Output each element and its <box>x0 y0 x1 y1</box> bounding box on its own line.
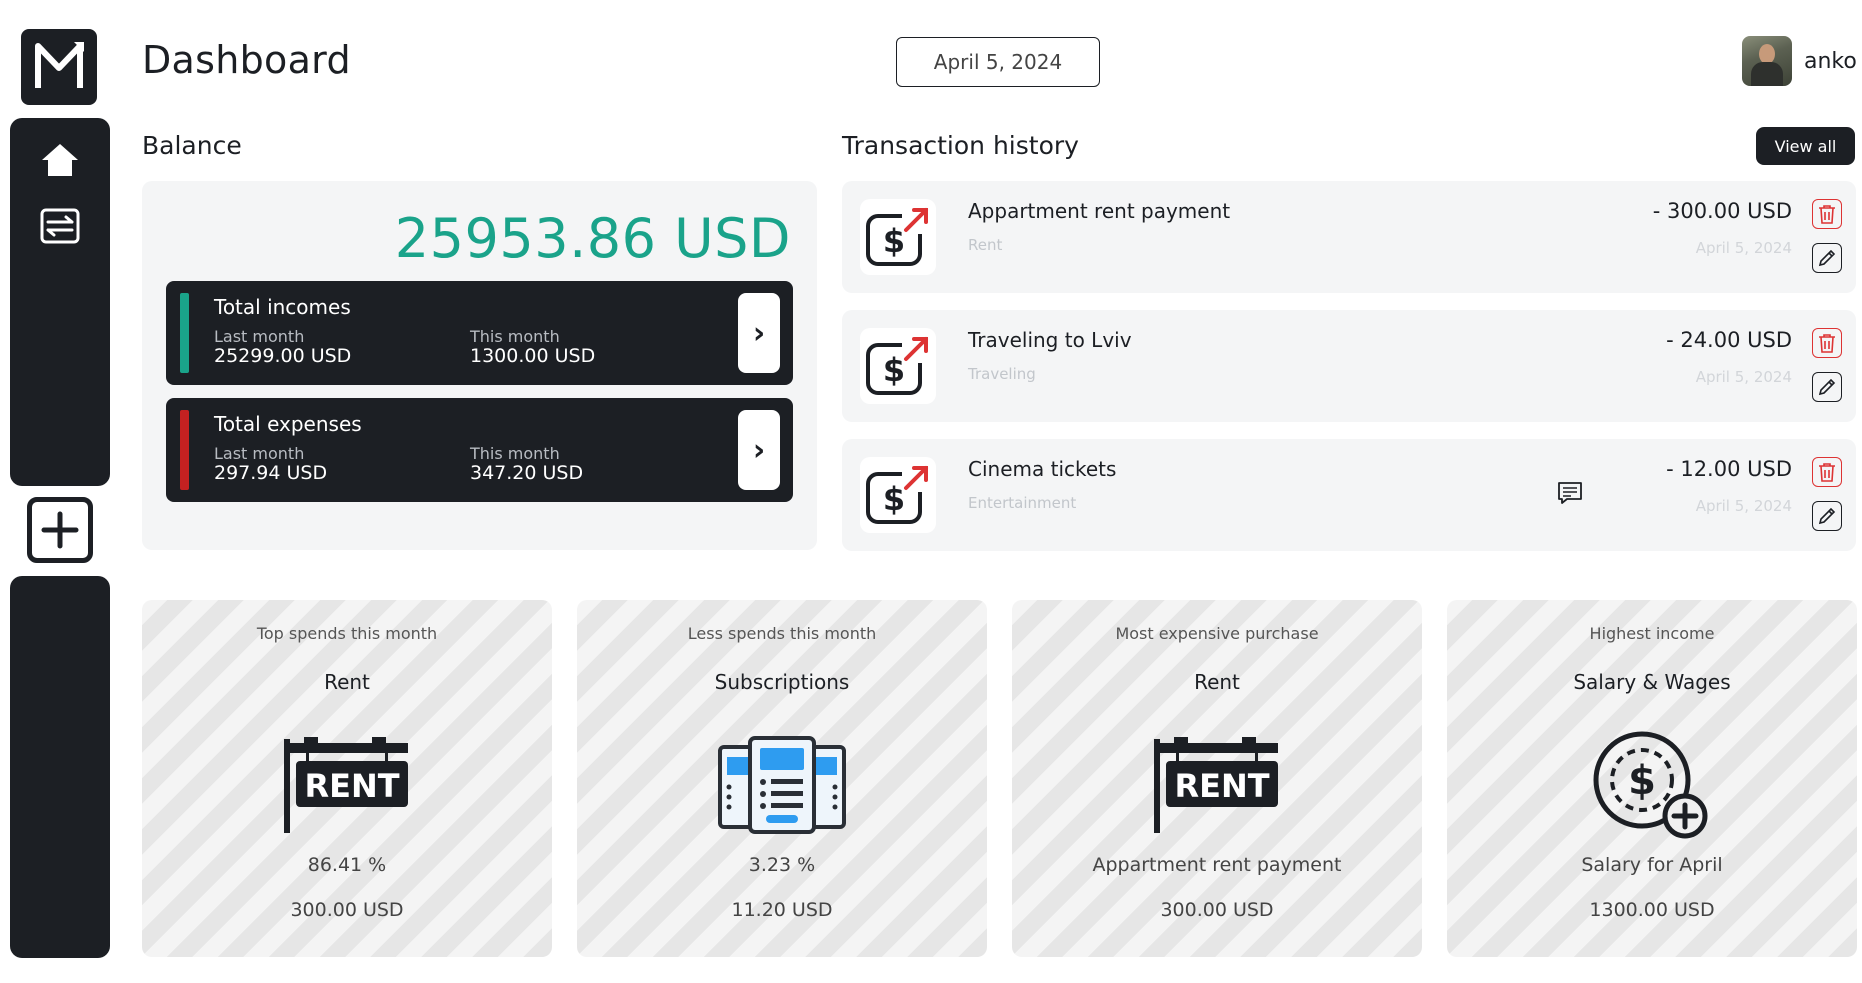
rent-sign-icon: RENT <box>1147 730 1287 840</box>
transaction-name: Appartment rent payment <box>968 199 1231 223</box>
card-title: Rent <box>324 670 370 694</box>
total-incomes-panel: Total incomes Last month 25299.00 USD Th… <box>166 281 793 385</box>
top-spends-card: Top spends this month Rent RENT 86.41 % … <box>142 600 552 957</box>
sidebar-lower-panel <box>10 576 110 958</box>
expense-dollar-icon: $ <box>860 199 936 275</box>
expense-accent-bar <box>180 410 189 490</box>
card-label: Less spends this month <box>687 624 877 643</box>
svg-text:RENT: RENT <box>304 767 399 805</box>
balance-section-title: Balance <box>142 131 242 160</box>
card-income-name: Salary for April <box>1581 854 1723 876</box>
pencil-icon <box>1818 249 1836 267</box>
app-logo[interactable] <box>21 29 97 105</box>
svg-text:$: $ <box>883 351 905 389</box>
trash-icon <box>1819 205 1835 224</box>
card-title: Rent <box>1194 670 1240 694</box>
incomes-last-label: Last month <box>214 327 305 346</box>
card-percent: 86.41 % <box>307 854 387 876</box>
view-all-button[interactable]: View all <box>1756 127 1855 165</box>
expenses-details-button[interactable]: › <box>738 410 780 490</box>
transaction-item[interactable]: $ Appartment rent payment Rent - 300.00 … <box>842 181 1856 293</box>
page-title: Dashboard <box>142 38 351 82</box>
card-percent: 3.23 % <box>748 854 816 876</box>
total-expenses-panel: Total expenses Last month 297.94 USD Thi… <box>166 398 793 502</box>
card-label: Most expensive purchase <box>1115 624 1319 643</box>
chevron-right-icon: › <box>752 432 766 468</box>
expenses-last-value: 297.94 USD <box>214 462 328 484</box>
chevron-right-icon: › <box>752 315 766 351</box>
transaction-amount: - 300.00 USD <box>1652 199 1792 223</box>
card-title: Subscriptions <box>714 670 850 694</box>
add-transaction-button[interactable] <box>27 497 93 563</box>
card-purchase-name: Appartment rent payment <box>1092 854 1342 876</box>
rent-sign-icon: RENT <box>277 730 417 840</box>
pencil-icon <box>1818 507 1836 525</box>
transaction-name: Traveling to Lviv <box>968 328 1132 352</box>
expenses-title: Total expenses <box>214 412 362 436</box>
svg-text:$: $ <box>883 222 905 260</box>
expenses-this-label: This month <box>470 444 560 463</box>
card-amount: 11.20 USD <box>731 899 833 921</box>
pencil-icon <box>1818 378 1836 396</box>
most-expensive-card: Most expensive purchase Rent RENT Appart… <box>1012 600 1422 957</box>
expense-dollar-icon: $ <box>860 328 936 404</box>
svg-text:RENT: RENT <box>1174 767 1269 805</box>
transaction-category: Rent <box>968 236 1003 254</box>
delete-button[interactable] <box>1812 199 1842 229</box>
svg-text:$: $ <box>883 480 905 518</box>
username: anko <box>1804 48 1857 74</box>
plus-icon <box>41 511 79 549</box>
transaction-category: Entertainment <box>968 494 1077 512</box>
comment-icon[interactable] <box>1556 479 1584 507</box>
card-title: Salary & Wages <box>1573 670 1731 694</box>
balance-card: 25953.86 USD Total incomes Last month 25… <box>142 181 817 550</box>
card-amount: 300.00 USD <box>290 899 404 921</box>
less-spends-card: Less spends this month Subscriptions 3.2… <box>577 600 987 957</box>
transaction-amount: - 12.00 USD <box>1666 457 1792 481</box>
transaction-date: April 5, 2024 <box>1695 497 1792 515</box>
income-accent-bar <box>180 293 189 373</box>
card-label: Top spends this month <box>256 624 438 643</box>
edit-button[interactable] <box>1812 372 1842 402</box>
delete-button[interactable] <box>1812 457 1842 487</box>
transaction-history-title: Transaction history <box>842 131 1079 160</box>
card-amount: 300.00 USD <box>1160 899 1274 921</box>
date-picker[interactable]: April 5, 2024 <box>896 37 1100 87</box>
incomes-this-label: This month <box>470 327 560 346</box>
salary-coin-icon: $ <box>1582 730 1722 840</box>
transaction-date: April 5, 2024 <box>1695 368 1792 386</box>
incomes-title: Total incomes <box>214 295 351 319</box>
transaction-name: Cinema tickets <box>968 457 1117 481</box>
edit-button[interactable] <box>1812 243 1842 273</box>
incomes-details-button[interactable]: › <box>738 293 780 373</box>
home-icon[interactable] <box>40 140 80 180</box>
avatar <box>1742 36 1792 86</box>
subscriptions-icon <box>712 730 852 840</box>
logo-icon <box>35 42 84 88</box>
expenses-this-value: 347.20 USD <box>470 462 584 484</box>
expenses-last-label: Last month <box>214 444 305 463</box>
card-amount: 1300.00 USD <box>1589 899 1715 921</box>
edit-button[interactable] <box>1812 501 1842 531</box>
user-profile[interactable]: anko <box>1742 36 1857 86</box>
transaction-amount: - 24.00 USD <box>1666 328 1792 352</box>
trash-icon <box>1819 334 1835 353</box>
balance-amount: 25953.86 USD <box>394 207 791 270</box>
transaction-item[interactable]: $ Cinema tickets Entertainment - 12.00 U… <box>842 439 1856 551</box>
trash-icon <box>1819 463 1835 482</box>
transactions-icon[interactable] <box>40 206 80 246</box>
transaction-date: April 5, 2024 <box>1695 239 1792 257</box>
card-label: Highest income <box>1589 624 1715 643</box>
delete-button[interactable] <box>1812 328 1842 358</box>
highest-income-card: Highest income Salary & Wages $ Salary f… <box>1447 600 1857 957</box>
expense-dollar-icon: $ <box>860 457 936 533</box>
svg-text:$: $ <box>1628 758 1656 804</box>
transaction-item[interactable]: $ Traveling to Lviv Traveling - 24.00 US… <box>842 310 1856 422</box>
sidebar-nav <box>10 118 110 486</box>
incomes-this-value: 1300.00 USD <box>470 345 596 367</box>
incomes-last-value: 25299.00 USD <box>214 345 352 367</box>
transaction-category: Traveling <box>968 365 1036 383</box>
